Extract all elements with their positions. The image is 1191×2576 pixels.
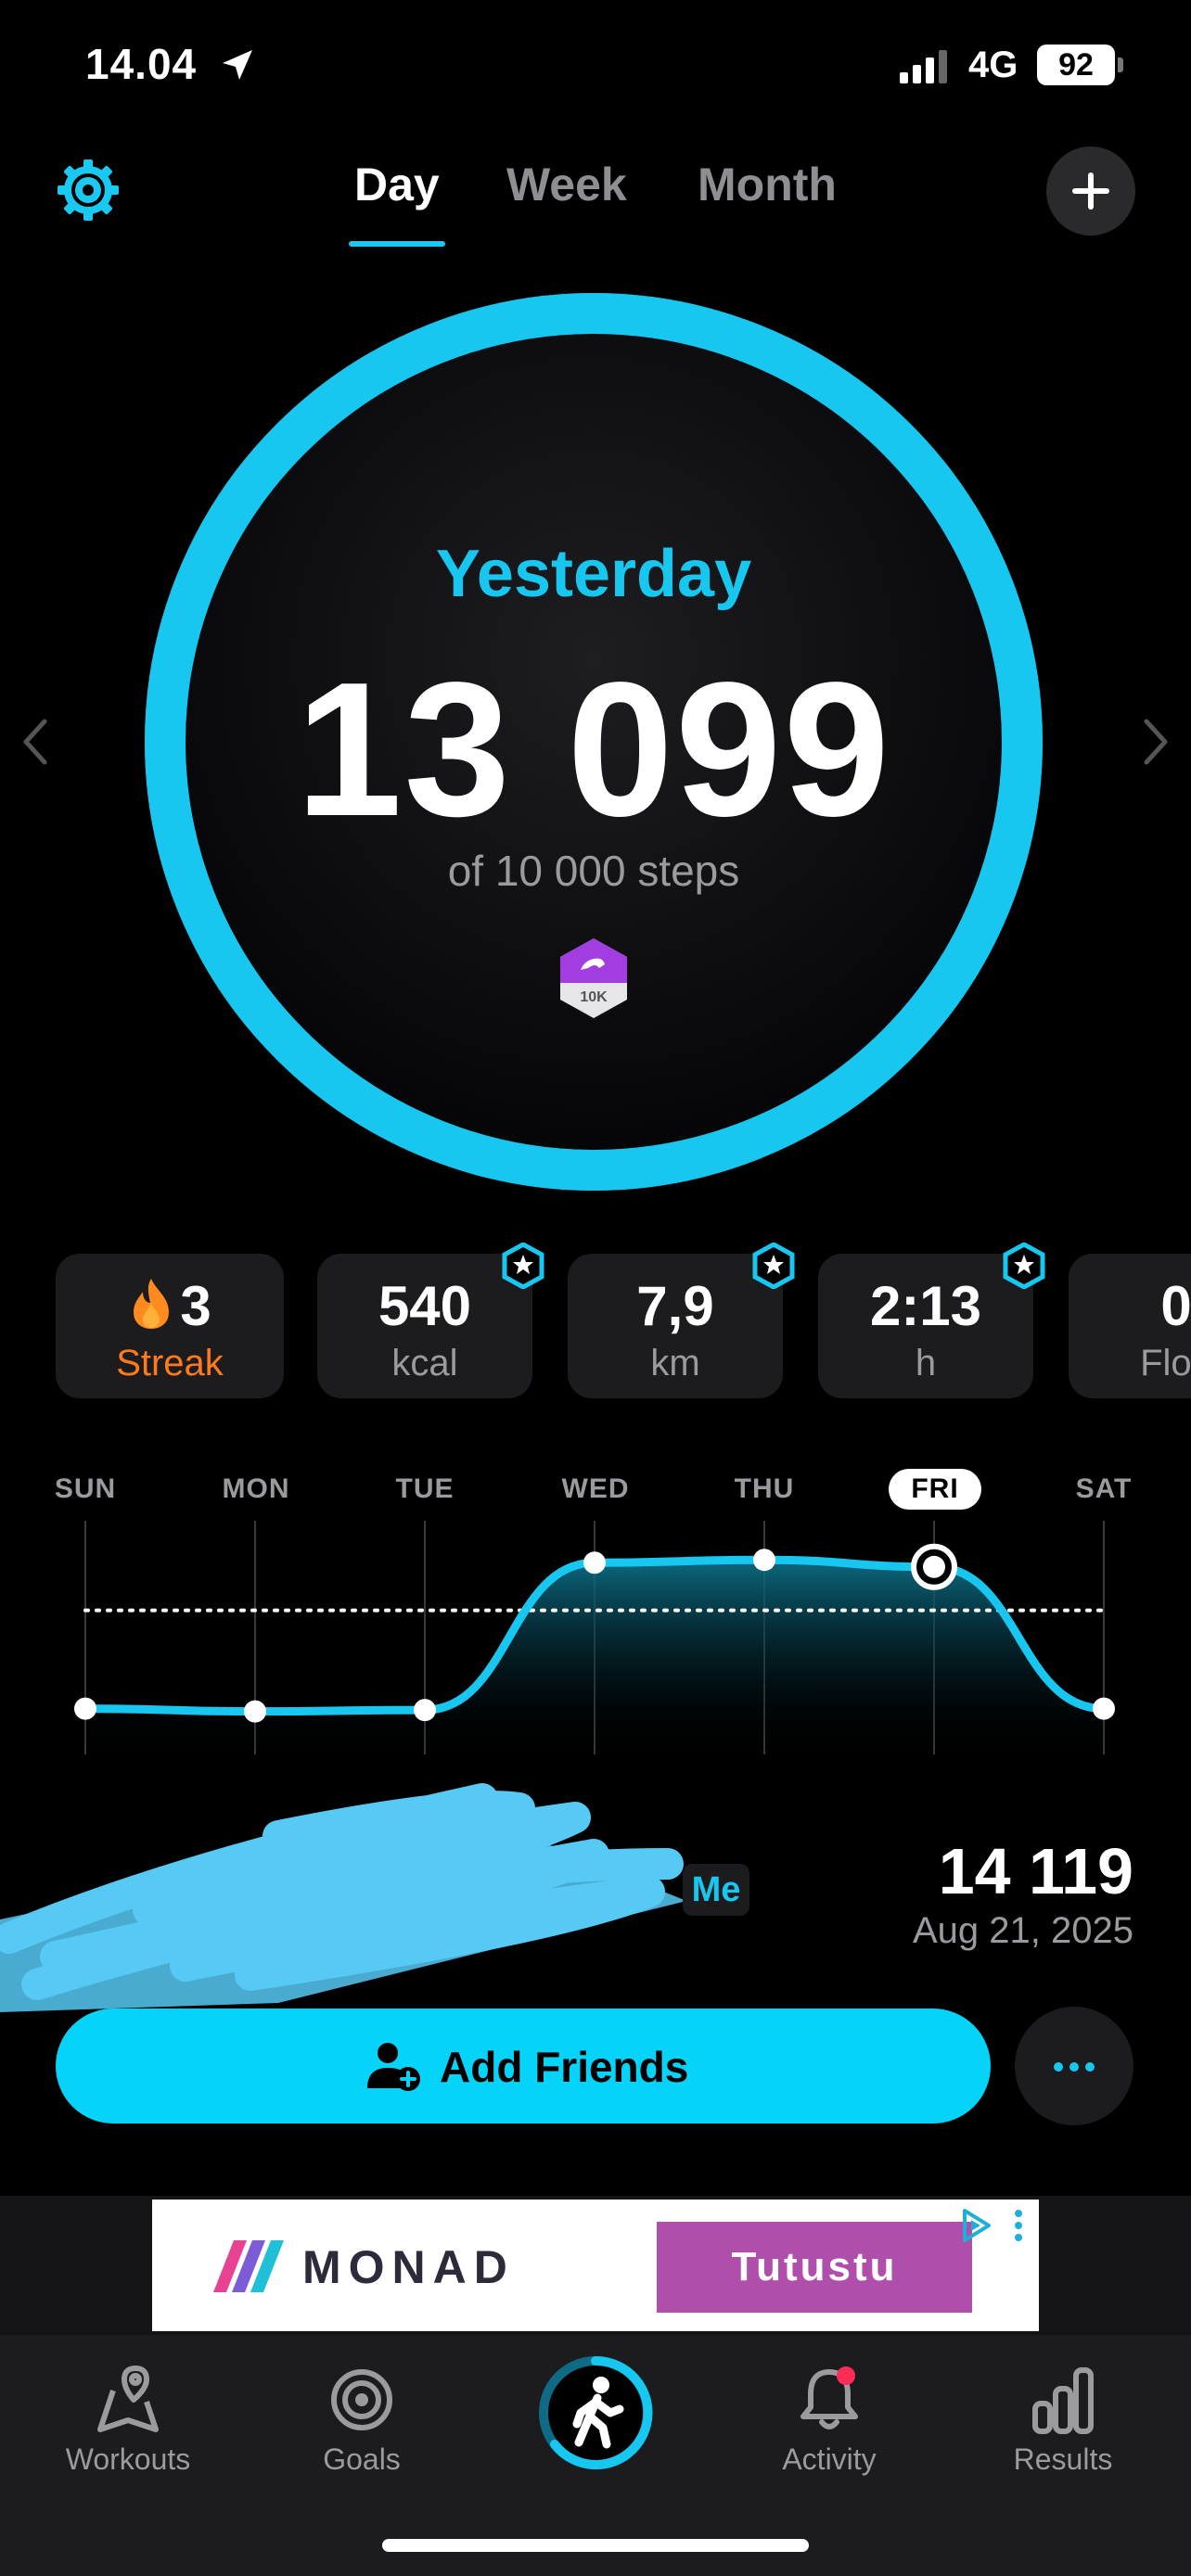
best-step-date: Aug 21, 2025: [913, 1910, 1133, 1951]
target-icon: [331, 2369, 392, 2430]
more-dot: [1085, 2062, 1095, 2072]
day-label[interactable]: WED: [540, 1469, 651, 1510]
floors-card[interactable]: 0 Floo: [1069, 1254, 1191, 1398]
chart-point[interactable]: [753, 1549, 775, 1572]
period-tabs: Day Week Month: [0, 158, 1191, 250]
chart-point[interactable]: [923, 1555, 945, 1578]
home-indicator: [382, 2539, 809, 2552]
location-arrow-icon: [223, 50, 252, 80]
next-day-chevron-icon[interactable]: [1137, 714, 1174, 770]
advertisement-banner[interactable]: MONAD Tutustu: [152, 2200, 1039, 2331]
ad-brand-name: MONAD: [302, 2241, 515, 2293]
status-time: 14.04: [85, 40, 198, 88]
star-badge-icon: [502, 1243, 544, 1289]
ad-menu-icon[interactable]: [1013, 2209, 1024, 2242]
more-options-button[interactable]: [1015, 2007, 1133, 2125]
chart-area-fill: [85, 1560, 1104, 1760]
flame-icon: [134, 1279, 170, 1329]
tab-week[interactable]: Week: [506, 158, 627, 211]
tab-day[interactable]: Day: [354, 158, 440, 211]
calories-label: kcal: [391, 1343, 458, 1384]
network-label: 4G: [968, 45, 1018, 85]
redacted-scribble: [0, 1783, 686, 2012]
ad-choices-icon[interactable]: [957, 2207, 994, 2244]
monad-logo: [213, 2240, 284, 2292]
me-tag: Me: [683, 1864, 749, 1916]
signal-icon: [900, 50, 947, 83]
streak-value: 3: [180, 1275, 211, 1337]
star-badge-icon: [1003, 1243, 1045, 1289]
add-button[interactable]: [1046, 147, 1135, 236]
step-goal: of 10 000 steps: [447, 847, 740, 895]
weekday-labels: SUN MON TUE WED THU FRI SAT: [0, 1469, 1191, 1515]
step-count: 13 099: [295, 643, 892, 856]
day-label-today[interactable]: FRI: [889, 1469, 981, 1510]
distance-label: km: [650, 1343, 700, 1384]
streak-value-wrap: 3: [56, 1274, 284, 1338]
floors-value: 0: [1160, 1275, 1191, 1337]
add-friends-label: Add Friends: [440, 2043, 689, 2091]
map-pin-icon: [97, 2366, 159, 2432]
battery-cap: [1118, 57, 1123, 72]
chart-point[interactable]: [1093, 1697, 1115, 1720]
tab-month[interactable]: Month: [698, 158, 837, 211]
chart-point[interactable]: [244, 1700, 266, 1723]
ring-day-label: Yesterday: [435, 537, 752, 611]
best-step-value: 14 119: [938, 1835, 1133, 1907]
nav-results[interactable]: Results: [970, 2335, 1156, 2520]
floors-label: Floo: [1140, 1343, 1191, 1384]
nav-workouts[interactable]: Workouts: [35, 2335, 221, 2520]
nav-activity[interactable]: Activity: [736, 2335, 922, 2520]
nav-goals-label: Goals: [323, 2442, 401, 2476]
day-label[interactable]: TUE: [369, 1469, 480, 1510]
day-label[interactable]: THU: [709, 1469, 820, 1510]
previous-day-chevron-icon[interactable]: [17, 714, 54, 770]
duration-label: h: [915, 1343, 937, 1384]
day-label[interactable]: SAT: [1048, 1469, 1159, 1510]
nav-workouts-label: Workouts: [65, 2442, 191, 2476]
chart-point[interactable]: [74, 1697, 96, 1720]
active-tab-underline: [349, 241, 445, 247]
weekly-steps-chart: [74, 1521, 1115, 1760]
add-friends-button[interactable]: Add Friends: [56, 2009, 991, 2123]
chart-point[interactable]: [583, 1551, 606, 1575]
bar-chart-icon: [1032, 2367, 1094, 2434]
ad-cta-button[interactable]: Tutustu: [657, 2222, 972, 2313]
chart-point[interactable]: [414, 1699, 436, 1722]
status-bar: 14.04 4G 92: [0, 0, 1191, 139]
day-label[interactable]: MON: [200, 1469, 312, 1510]
nav-goals[interactable]: Goals: [269, 2335, 455, 2520]
more-dot: [1069, 2062, 1079, 2072]
nav-activity-label: Activity: [782, 2442, 877, 2476]
badge-text: 10K: [580, 989, 608, 1005]
walking-person-icon[interactable]: [534, 2352, 657, 2474]
bell-icon: [800, 2366, 858, 2429]
steps-ring[interactable]: Yesterday 13 099 of 10 000 steps 10K: [139, 287, 1048, 1196]
10k-badge-icon: 10K: [560, 938, 627, 1018]
day-label[interactable]: SUN: [30, 1469, 141, 1510]
nav-results-label: Results: [1013, 2442, 1113, 2476]
more-dot: [1054, 2062, 1063, 2072]
streak-card[interactable]: 3 Streak: [56, 1254, 284, 1398]
battery-indicator: 92: [1037, 45, 1115, 85]
add-person-icon: [367, 2043, 420, 2091]
star-badge-icon: [752, 1243, 795, 1289]
streak-label: Streak: [116, 1343, 224, 1384]
